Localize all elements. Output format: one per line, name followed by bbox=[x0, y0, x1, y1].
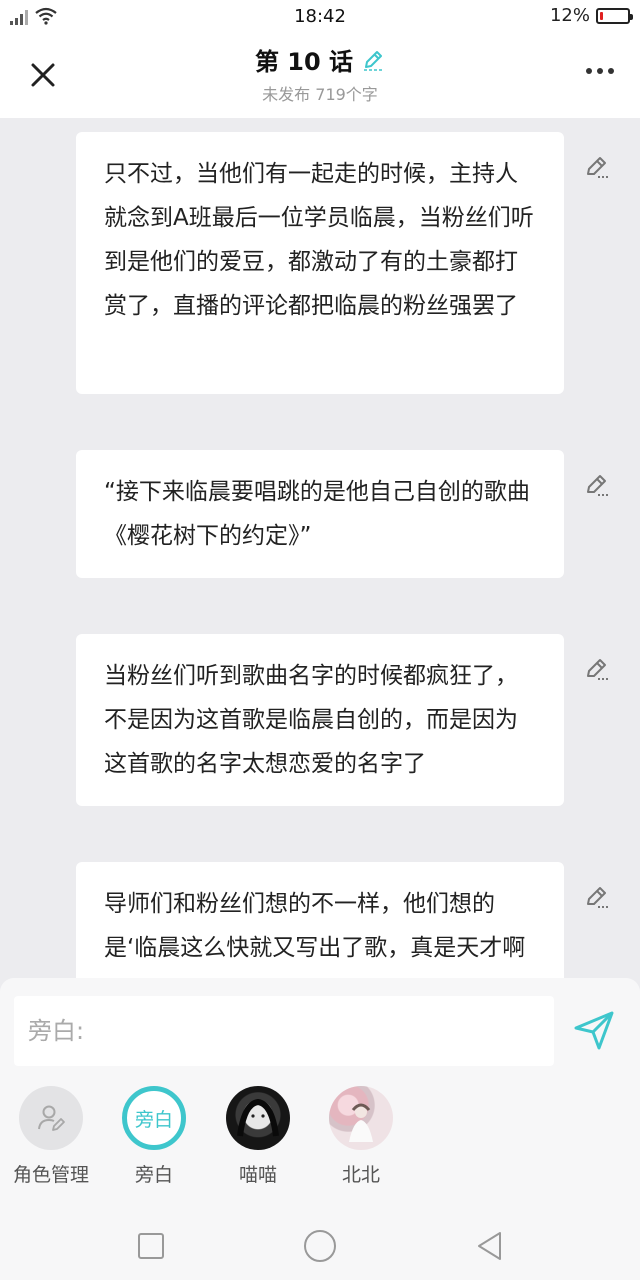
narration-input[interactable]: 旁白: bbox=[14, 996, 554, 1066]
composer-panel: 旁白: 角色管理 旁白 旁白 喵喵 北北 bbox=[0, 978, 640, 1280]
role-label: 北北 bbox=[341, 1164, 380, 1186]
circle-icon[interactable] bbox=[302, 1228, 338, 1264]
edit-paragraph-icon[interactable] bbox=[584, 884, 610, 910]
system-nav-bar bbox=[0, 1212, 640, 1280]
paragraph-text: 导师们和粉丝们想的不一样，他们想的是‘临晨这么快就又写出了歌，真是天才啊他说是吧… bbox=[104, 891, 526, 961]
paragraph-text: “接下来临晨要唱跳的是他自己自创的歌曲《樱花树下的约定》” bbox=[104, 479, 530, 549]
back-triangle-icon[interactable] bbox=[474, 1230, 506, 1262]
header: 第 10 话 未发布 719个字 bbox=[0, 32, 640, 118]
more-options-icon[interactable] bbox=[586, 68, 614, 74]
narrator-avatar-text: 旁白 bbox=[134, 1108, 173, 1131]
paragraph-card[interactable]: 当粉丝们听到歌曲名字的时候都疯狂了，不是因为这首歌是临晨自创的，而是因为这首歌的… bbox=[76, 634, 564, 806]
chapter-title-text: 第 10 话 bbox=[254, 48, 354, 76]
paragraph-card[interactable]: “接下来临晨要唱跳的是他自己自创的歌曲《樱花树下的约定》” bbox=[76, 450, 564, 578]
paragraph-text: 当粉丝们听到歌曲名字的时候都疯狂了，不是因为这首歌是临晨自创的，而是因为这首歌的… bbox=[104, 663, 518, 777]
girl-dark-avatar bbox=[226, 1086, 290, 1150]
girl-blossom-avatar bbox=[329, 1086, 393, 1150]
status-right: 12% bbox=[549, 5, 633, 26]
role-beibei[interactable]: 北北 bbox=[311, 1086, 411, 1187]
role-label: 喵喵 bbox=[238, 1164, 277, 1186]
paragraph-card[interactable]: 只不过，当他们有一起走的时候，主持人就念到A班最后一位学员临晨，当粉丝们听到是他… bbox=[76, 132, 564, 394]
narrator-avatar: 旁白 bbox=[122, 1086, 186, 1150]
girl-blossom-avatar-figure bbox=[349, 1103, 373, 1142]
edit-paragraph-icon[interactable] bbox=[584, 154, 610, 180]
role-label: 旁白 bbox=[134, 1164, 173, 1186]
battery-fill bbox=[600, 11, 603, 20]
status-bar: 18:42 12% bbox=[0, 0, 640, 32]
battery-percent: 12% bbox=[549, 5, 590, 26]
role-manage-avatar bbox=[19, 1086, 83, 1150]
square-icon[interactable] bbox=[135, 1230, 167, 1262]
paragraph-card[interactable]: 导师们和粉丝们想的不一样，他们想的是‘临晨这么快就又写出了歌，真是天才啊他说是吧… bbox=[76, 862, 564, 978]
paragraph-list[interactable]: 只不过，当他们有一起走的时候，主持人就念到A班最后一位学员临晨，当粉丝们听到是他… bbox=[0, 118, 640, 978]
role-miaomiao[interactable]: 喵喵 bbox=[208, 1086, 308, 1187]
edit-paragraph-icon[interactable] bbox=[584, 656, 610, 682]
person-edit-icon bbox=[38, 1105, 65, 1131]
role-label: 角色管理 bbox=[12, 1164, 89, 1186]
battery-icon bbox=[596, 7, 633, 24]
role-manage[interactable]: 角色管理 bbox=[1, 1086, 101, 1187]
girl-dark-avatar-face bbox=[237, 1098, 279, 1137]
paragraph-text: 只不过，当他们有一起走的时候，主持人就念到A班最后一位学员临晨，当粉丝们听到是他… bbox=[104, 161, 534, 319]
send-icon[interactable] bbox=[572, 1008, 616, 1052]
edit-paragraph-icon[interactable] bbox=[584, 472, 610, 498]
role-selector: 角色管理 旁白 旁白 喵喵 北北 bbox=[0, 1086, 640, 1196]
title-block: 第 10 话 未发布 719个字 bbox=[0, 42, 640, 105]
chapter-title[interactable]: 第 10 话 bbox=[255, 42, 385, 77]
chapter-status: 未发布 719个字 bbox=[262, 85, 378, 104]
edit-title-icon[interactable] bbox=[361, 48, 385, 72]
status-time: 18:42 bbox=[294, 6, 346, 27]
role-narrator[interactable]: 旁白 旁白 bbox=[104, 1086, 204, 1187]
